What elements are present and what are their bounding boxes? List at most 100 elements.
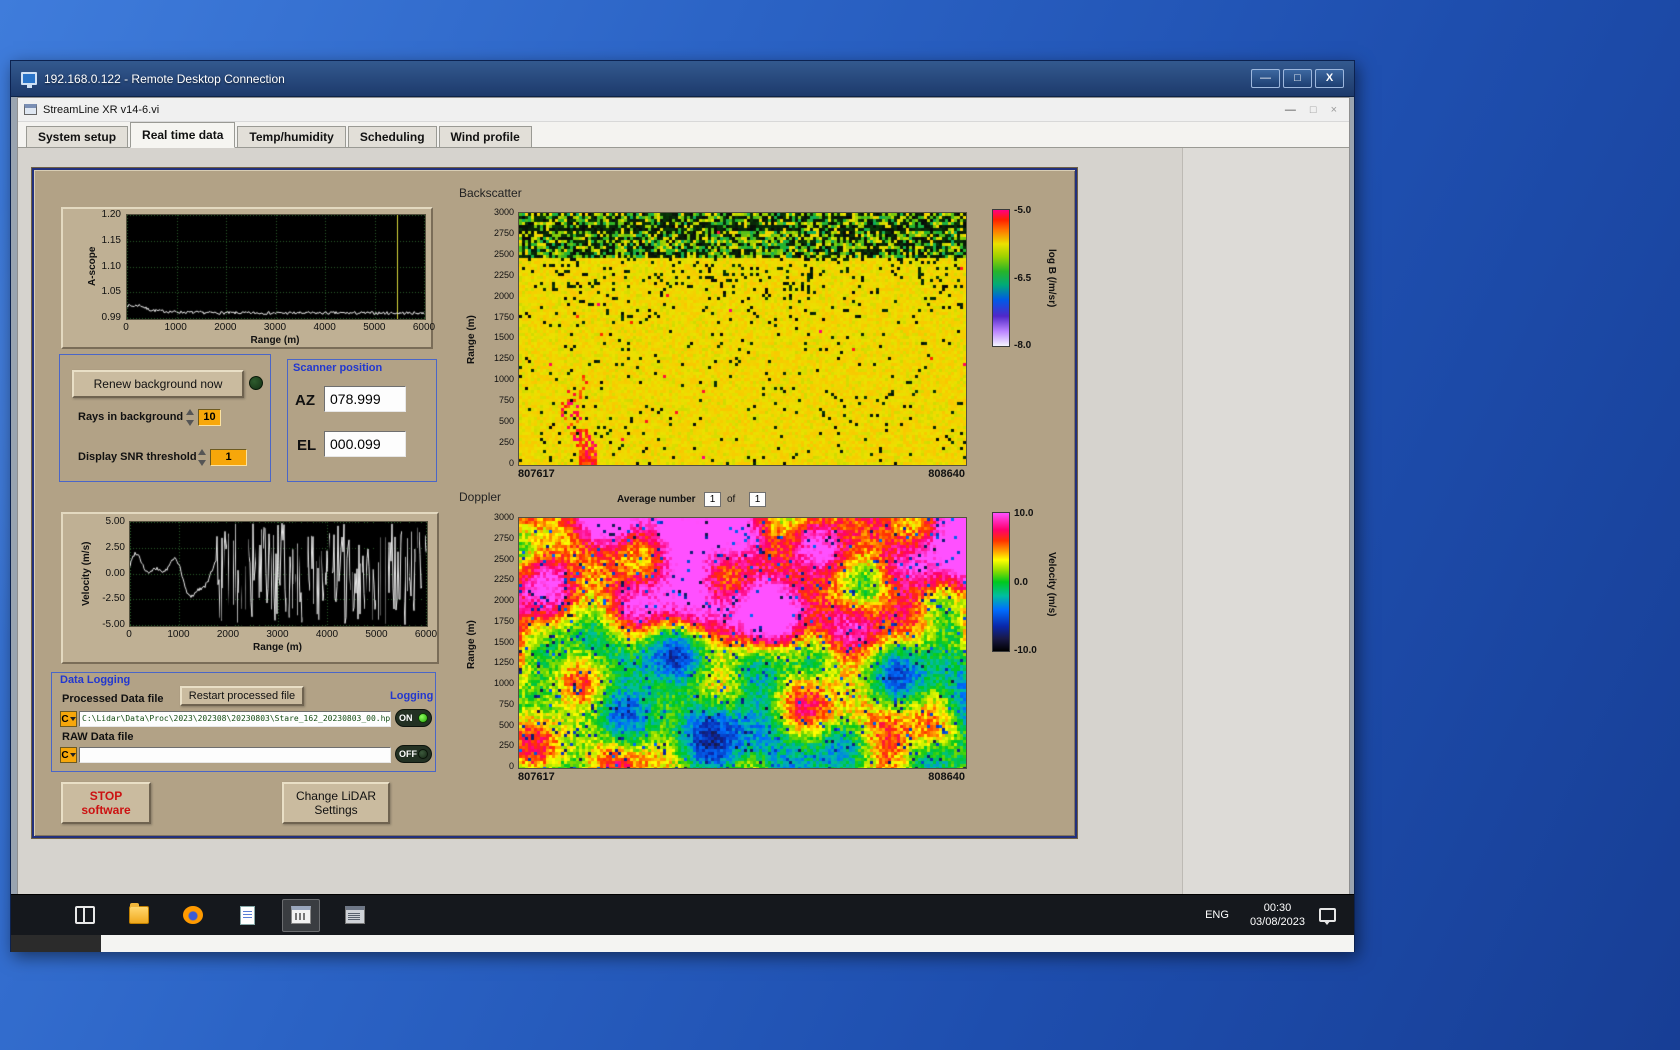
tick-label: -10.0 xyxy=(1014,645,1037,656)
a-scope-yticks: 1.201.151.101.050.99 xyxy=(91,210,121,322)
tick-label: -6.5 xyxy=(1014,273,1031,284)
tick-label: -8.0 xyxy=(1014,340,1031,351)
average-number-field[interactable]: 1 xyxy=(704,492,721,507)
app-maximize-button[interactable]: □ xyxy=(1310,103,1317,117)
panel-right-filler xyxy=(1182,148,1349,894)
backscatter-yticks: 3000275025002250200017501500125010007505… xyxy=(484,208,514,468)
data-logging-box: Data Logging Processed Data file Restart… xyxy=(51,672,436,772)
notepad-icon[interactable] xyxy=(228,899,266,932)
data-logging-title: Data Logging xyxy=(60,674,130,686)
rdp-minimize-button[interactable]: — xyxy=(1251,69,1280,88)
tick-label: 6000 xyxy=(413,322,435,333)
average-count-field[interactable]: 1 xyxy=(749,492,766,507)
scanner-position-title: Scanner position xyxy=(293,362,382,374)
vi-front-panel: A-scope 1.201.151.101.050.99 01000200030… xyxy=(18,148,1349,894)
rdp-close-button[interactable]: X xyxy=(1315,69,1344,88)
tick-label: 2000 xyxy=(494,596,514,605)
tick-label: 1750 xyxy=(494,313,514,322)
restart-processed-file-button[interactable]: Restart processed file xyxy=(180,686,304,706)
backscatter-xrange: 807617 808640 xyxy=(518,468,965,480)
app-close-button[interactable]: × xyxy=(1331,103,1337,117)
elevation-field[interactable]: 000.099 xyxy=(324,431,406,457)
tick-label: 1250 xyxy=(494,658,514,667)
snr-threshold-field[interactable]: 1 xyxy=(210,449,247,466)
renew-background-led xyxy=(249,376,263,390)
tick-label: 1500 xyxy=(494,638,514,647)
tick-label: 2500 xyxy=(494,555,514,564)
snr-spinner[interactable] xyxy=(198,449,207,466)
tab-scheduling[interactable]: Scheduling xyxy=(348,126,437,147)
firefox-icon xyxy=(183,906,203,924)
tick-label: 3000 xyxy=(266,629,288,640)
scan-scheduler-icon[interactable] xyxy=(336,899,374,932)
azimuth-field[interactable]: 078.999 xyxy=(324,386,406,412)
tick-label: 0 xyxy=(509,459,514,468)
spin-up-icon[interactable] xyxy=(186,409,194,415)
backscatter-colorbar xyxy=(992,209,1010,347)
tick-label: -5.00 xyxy=(102,620,125,629)
backscatter-heatmap xyxy=(518,212,967,466)
main-panel: A-scope 1.201.151.101.050.99 01000200030… xyxy=(32,168,1077,838)
tick-label: 1750 xyxy=(494,617,514,626)
task-view-icon[interactable] xyxy=(66,899,104,932)
task-view-icon xyxy=(75,906,95,924)
spin-down-icon[interactable] xyxy=(198,460,206,466)
streamline-app-icon[interactable] xyxy=(282,899,320,932)
tick-label: 2500 xyxy=(494,250,514,259)
raw-drive-selector[interactable]: C xyxy=(60,747,77,763)
raw-logging-toggle[interactable]: OFF xyxy=(395,745,432,763)
change-button-line2: Settings xyxy=(314,803,357,817)
toggle-off-label: OFF xyxy=(399,749,417,759)
average-number-label: Average number xyxy=(617,494,696,505)
doppler-colorbar-label: Velocity (m/s) xyxy=(1046,518,1057,650)
app-minimize-button[interactable]: — xyxy=(1285,103,1296,117)
dropdown-arrow-icon xyxy=(70,753,76,757)
rays-in-background-field[interactable]: 10 xyxy=(198,409,221,426)
tick-label: 1000 xyxy=(167,629,189,640)
change-lidar-settings-button[interactable]: Change LiDAR Settings xyxy=(282,782,390,824)
clock-date: 03/08/2023 xyxy=(1250,915,1305,929)
rdp-titlebar[interactable]: 192.168.0.122 - Remote Desktop Connectio… xyxy=(11,61,1354,97)
app-window-controls: — □ × xyxy=(1285,103,1343,117)
renew-background-button[interactable]: Renew background now xyxy=(72,370,244,398)
firefox-icon[interactable] xyxy=(174,899,212,932)
raw-file-path-field[interactable] xyxy=(79,747,391,763)
drive-letter: C xyxy=(61,714,68,725)
tick-label: 2250 xyxy=(494,271,514,280)
tab-real-time-data[interactable]: Real time data xyxy=(130,122,235,148)
tick-label: 2750 xyxy=(494,229,514,238)
drive-letter: C xyxy=(61,750,68,761)
rays-spinner[interactable] xyxy=(186,409,195,426)
taskbar: ENG 00:30 03/08/2023 xyxy=(11,894,1354,935)
logging-label: Logging xyxy=(390,690,433,702)
rdp-maximize-button[interactable]: □ xyxy=(1283,69,1312,88)
taskbar-clock[interactable]: 00:30 03/08/2023 xyxy=(1250,901,1305,929)
doppler-x-start: 807617 xyxy=(518,771,555,783)
spin-down-icon[interactable] xyxy=(186,420,194,426)
stop-software-button[interactable]: STOP software xyxy=(61,782,151,824)
processed-drive-selector[interactable]: C xyxy=(60,711,77,727)
notification-icon[interactable] xyxy=(1319,908,1336,922)
app-titlebar[interactable]: StreamLine XR v14-6.vi — □ × xyxy=(18,98,1349,122)
spin-up-icon[interactable] xyxy=(198,449,206,455)
notepad-icon xyxy=(240,906,255,925)
tab-system-setup[interactable]: System setup xyxy=(26,126,128,147)
tick-label: 0.99 xyxy=(102,313,121,322)
tick-label: 2.50 xyxy=(106,543,125,552)
az-label: AZ xyxy=(295,392,315,409)
background-controls-box: Renew background now Rays in background … xyxy=(59,354,271,482)
processed-data-file-label: Processed Data file xyxy=(62,693,164,705)
tick-label: 250 xyxy=(499,741,514,750)
rdp-title: 192.168.0.122 - Remote Desktop Connectio… xyxy=(44,72,1251,86)
tick-label: 1500 xyxy=(494,333,514,342)
file-explorer-icon[interactable] xyxy=(120,899,158,932)
language-indicator[interactable]: ENG xyxy=(1198,905,1236,925)
processed-logging-toggle[interactable]: ON xyxy=(395,709,432,727)
of-label: of xyxy=(727,494,735,505)
tab-temp-humidity[interactable]: Temp/humidity xyxy=(237,126,345,147)
tab-wind-profile[interactable]: Wind profile xyxy=(439,126,532,147)
velocity-xticks: 0100020003000400050006000 xyxy=(129,629,426,641)
doppler-xrange: 807617 808640 xyxy=(518,771,965,783)
scanner-position-box: Scanner position AZ 078.999 EL 000.099 xyxy=(287,359,437,482)
processed-file-path-field[interactable]: C:\Lidar\Data\Proc\2023\202308\20230803\… xyxy=(79,711,391,727)
